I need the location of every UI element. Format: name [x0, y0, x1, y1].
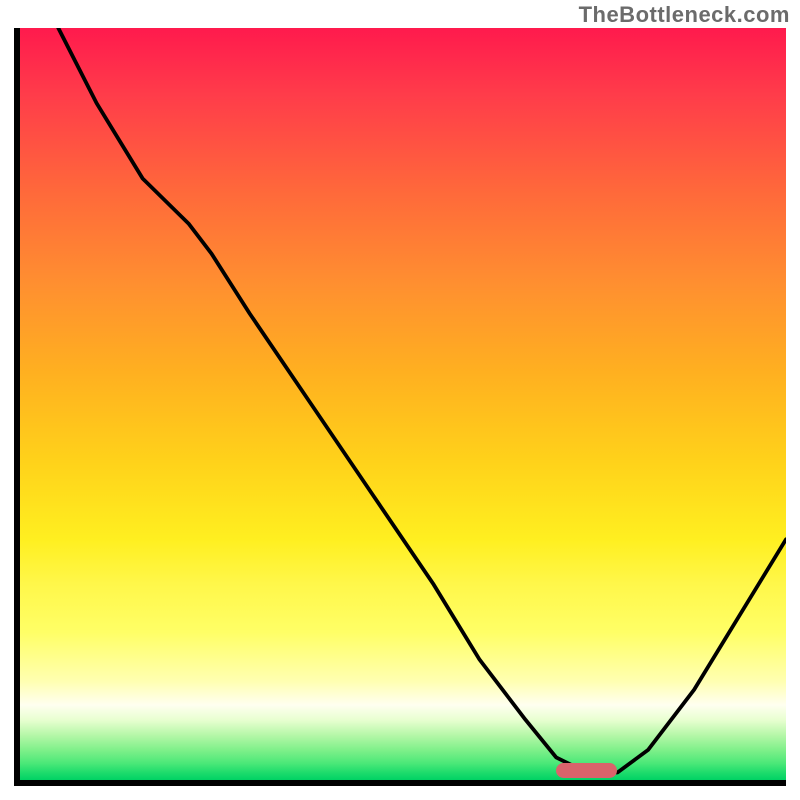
watermark-text: TheBottleneck.com	[579, 2, 790, 28]
plot-area	[14, 28, 786, 786]
optimal-range-marker	[556, 763, 617, 778]
curve-layer	[20, 28, 786, 780]
chart-container: TheBottleneck.com	[0, 0, 800, 800]
bottleneck-curve	[58, 28, 786, 772]
